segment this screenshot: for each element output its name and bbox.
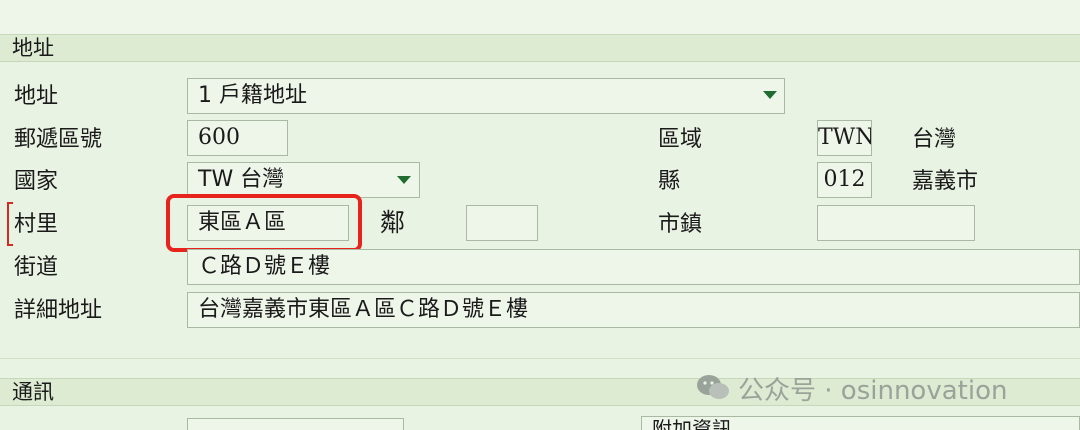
- street-input[interactable]: Ｃ路Ｄ號Ｅ樓: [187, 249, 1080, 285]
- chevron-down-icon[interactable]: [397, 176, 411, 184]
- neighborhood-input[interactable]: [466, 205, 538, 241]
- region-label: 區域: [658, 127, 703, 152]
- section-header-address: 地址: [0, 34, 1080, 62]
- village-label: 村里: [14, 212, 59, 237]
- detail-address-value: 台灣嘉義市東區Ａ區Ｃ路Ｄ號Ｅ樓: [198, 297, 529, 322]
- section-divider: [0, 358, 1080, 359]
- town-input[interactable]: [817, 205, 975, 241]
- postal-code-value: 600: [198, 125, 240, 150]
- county-code-value: 012: [823, 167, 866, 192]
- watermark-text: 公众号 · osinnovation: [738, 376, 1008, 406]
- detail-address-input[interactable]: 台灣嘉義市東區Ａ區Ｃ路Ｄ號Ｅ樓: [187, 292, 1080, 328]
- region-name: 台灣: [912, 127, 957, 152]
- top-strip: [0, 0, 1080, 34]
- county-code-input[interactable]: 012: [817, 162, 872, 198]
- postal-code-label: 郵遞區號: [14, 127, 103, 152]
- street-label: 街道: [14, 255, 59, 280]
- country-value: TW 台灣: [198, 167, 285, 192]
- county-label: 縣: [658, 169, 681, 194]
- extra-info-panel[interactable]: 附加資訊: [641, 416, 1080, 430]
- chevron-down-icon[interactable]: [763, 91, 777, 99]
- contact-input[interactable]: [187, 418, 404, 430]
- address-type-select[interactable]: 1 戶籍地址: [187, 78, 785, 114]
- county-name: 嘉義市: [912, 169, 979, 194]
- detail-address-label: 詳細地址: [14, 298, 103, 323]
- region-code-value: TWN: [818, 125, 872, 150]
- region-code-input[interactable]: TWN: [817, 120, 872, 156]
- highlight-box: [166, 194, 362, 252]
- country-select[interactable]: TW 台灣: [187, 162, 420, 198]
- postal-code-input[interactable]: 600: [187, 120, 288, 156]
- required-marker: [7, 202, 13, 246]
- address-type-value: 1 戶籍地址: [198, 83, 307, 108]
- town-label: 市鎮: [658, 212, 703, 237]
- wechat-icon: [697, 375, 729, 399]
- country-label: 國家: [14, 169, 59, 194]
- neighborhood-label: 鄰: [380, 208, 406, 237]
- street-value: Ｃ路Ｄ號Ｅ樓: [198, 254, 331, 279]
- extra-info-label: 附加資訊: [652, 417, 732, 430]
- address-type-label: 地址: [14, 84, 59, 109]
